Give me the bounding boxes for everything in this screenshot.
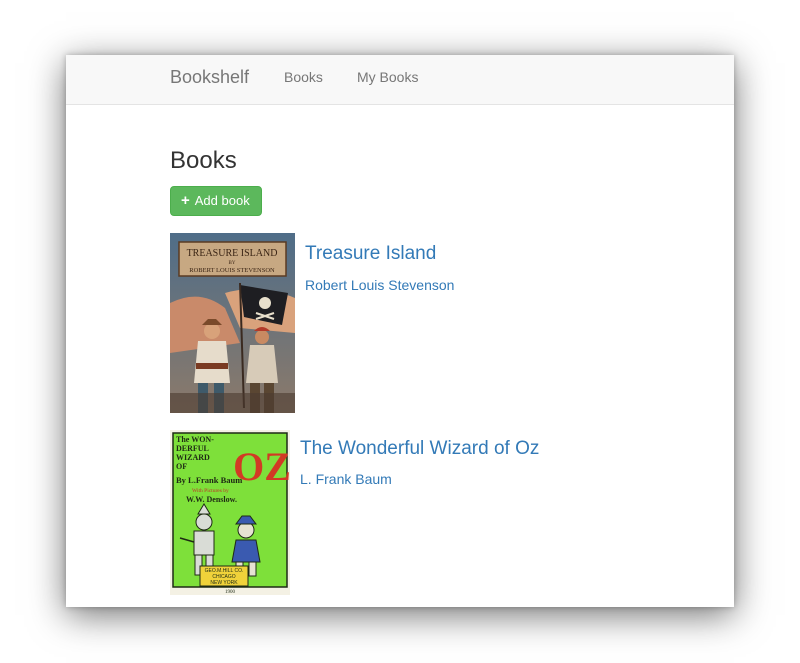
book-author-link[interactable]: Robert Louis Stevenson — [305, 276, 454, 294]
book-title-link[interactable]: Treasure Island — [305, 243, 436, 264]
book-title-link[interactable]: The Wonderful Wizard of Oz — [300, 438, 539, 459]
book-cover-link[interactable]: OZ The WON- DERFUL WIZARD OF By L.Frank … — [170, 430, 291, 600]
add-book-button[interactable]: + Add book — [170, 186, 262, 216]
cover-author-text: By L.Frank Baum — [176, 475, 242, 485]
cover-title-line-3: WIZARD — [176, 453, 210, 462]
cover-illustrator-text: W.W. Denslow. — [186, 495, 237, 504]
cover-city-2: NEW YORK — [210, 580, 238, 586]
nav-link-my-books[interactable]: My Books — [357, 68, 418, 86]
navbar-brand[interactable]: Bookshelf — [170, 66, 249, 88]
cover-year-text: 1900 — [225, 590, 236, 595]
browser-window: Bookshelf Books My Books Books + Add boo… — [66, 55, 734, 607]
cover-title-text: TREASURE ISLAND — [187, 248, 278, 259]
cover-illustrator-caption: With Pictures by — [192, 488, 229, 494]
book-cover-treasure-island: TREASURE ISLAND BY ROBERT LOUIS STEVENSO… — [170, 233, 295, 413]
cover-title-line-2: DERFUL — [176, 444, 209, 453]
navbar: Bookshelf Books My Books — [66, 55, 734, 105]
cover-title-line-1: The WON- — [176, 435, 214, 444]
plus-icon: + — [181, 192, 190, 209]
page-title: Books — [170, 147, 237, 174]
cover-by-text: BY — [229, 261, 236, 266]
book-author-link[interactable]: L. Frank Baum — [300, 470, 392, 488]
cover-title-line-4: OF — [176, 462, 187, 471]
book-cover-link[interactable]: TREASURE ISLAND BY ROBERT LOUIS STEVENSO… — [170, 233, 295, 418]
book-title: The Wonderful Wizard of Oz — [300, 438, 539, 460]
book-cover-wizard-of-oz: OZ The WON- DERFUL WIZARD OF By L.Frank … — [170, 430, 291, 595]
add-book-button-label: Add book — [194, 193, 250, 208]
nav-link-books[interactable]: Books — [284, 68, 323, 86]
book-title: Treasure Island — [305, 243, 436, 265]
cover-author-text: ROBERT LOUIS STEVENSON — [189, 267, 275, 274]
